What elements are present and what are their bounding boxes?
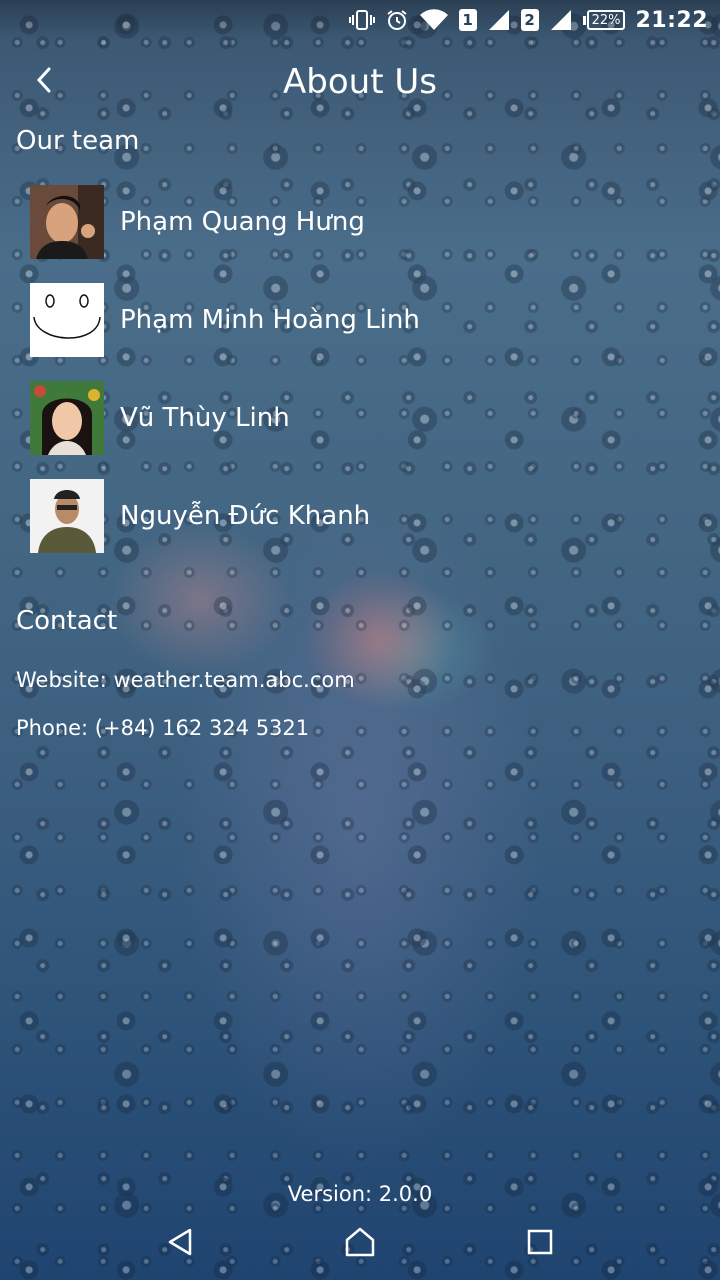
wifi-icon [419,8,449,32]
team-heading: Our team [16,126,140,156]
nav-back-button[interactable] [158,1222,202,1262]
app-header: About Us [0,48,720,120]
battery-tip [582,15,586,25]
sim2-badge: 2 [520,9,539,31]
avatar [30,185,104,259]
sim1-badge: 1 [458,9,477,31]
home-icon [345,1227,375,1257]
page-title: About Us [283,62,437,102]
clock: 21:22 [635,7,708,33]
member-name: Nguyễn Đức Khanh [120,501,371,531]
website-link[interactable]: Website: weather.team.abc.com [16,668,355,692]
battery-level: 22% [586,10,626,30]
team-member[interactable]: Phạm Quang Hưng [30,184,690,260]
avatar [30,479,104,553]
signal-icon [549,8,573,32]
member-name: Phạm Quang Hưng [120,207,365,237]
avatar [30,283,104,357]
vibrate-icon [348,8,375,32]
team-member[interactable]: Phạm Minh Hoàng Linh [30,282,690,358]
back-triangle-icon [168,1228,192,1256]
recents-icon [527,1229,553,1255]
version-label: Version: 2.0.0 [287,1182,433,1206]
nav-home-button[interactable] [338,1222,382,1262]
signal-icon [487,8,511,32]
team-member[interactable]: Vũ Thùy Linh [30,380,690,456]
member-name: Phạm Minh Hoàng Linh [120,305,420,335]
team-member[interactable]: Nguyễn Đức Khanh [30,478,690,554]
member-name: Vũ Thùy Linh [120,403,290,433]
status-bar: 1 2 22% 21:22 [0,0,720,40]
alarm-icon [385,8,409,32]
system-nav-bar [0,1208,720,1280]
nav-recents-button[interactable] [518,1222,562,1262]
phone-link[interactable]: Phone: (+84) 162 324 5321 [16,716,309,740]
avatar [30,381,104,455]
contact-heading: Contact [16,606,118,636]
battery-indicator: 22% [582,10,626,30]
